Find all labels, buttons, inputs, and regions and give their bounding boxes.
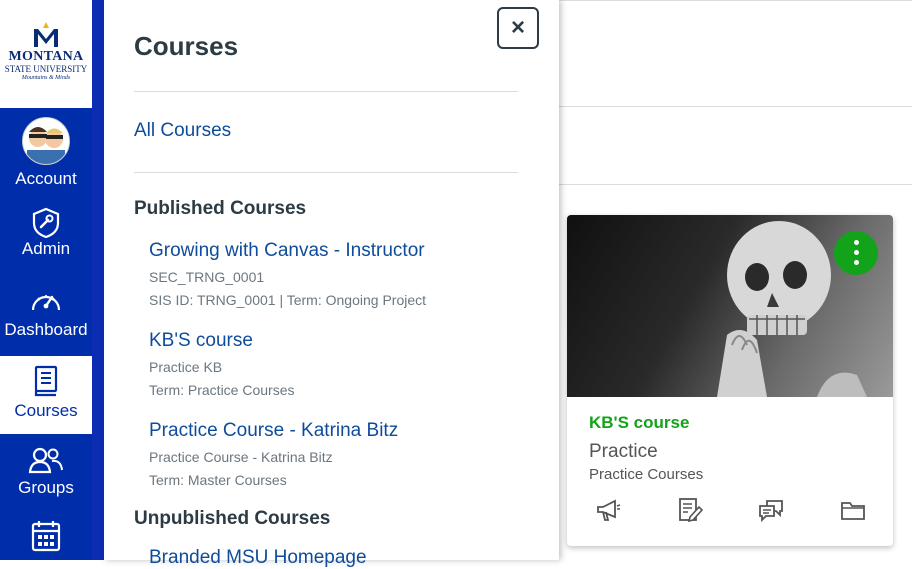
course-section: Practice KB	[149, 359, 223, 375]
assignments-icon[interactable]	[675, 495, 705, 525]
logo-line-1: MONTANA	[8, 49, 84, 64]
course-section: Practice Course - Katrina Bitz	[149, 449, 333, 465]
courses-tray: Courses × All Courses Published Courses …	[104, 0, 559, 568]
nav-item-dashboard[interactable]: Dashboard	[0, 288, 92, 350]
course-section: SEC_TRNG_0001	[149, 269, 265, 285]
announcements-icon[interactable]	[593, 495, 623, 525]
course-link[interactable]: Practice Course - Katrina Bitz	[149, 420, 398, 442]
course-card-options-button[interactable]	[834, 231, 878, 275]
global-navigation: MONTANA STATE UNIVERSITY Mountains & Min…	[0, 0, 104, 560]
people-icon	[28, 447, 63, 474]
page-divider	[559, 106, 912, 107]
nav-item-courses[interactable]: Courses	[0, 356, 92, 434]
nav-item-account[interactable]: Account	[0, 117, 92, 189]
nav-label-courses: Courses	[14, 401, 78, 420]
account-avatar	[22, 117, 70, 165]
logo-line-2: STATE UNIVERSITY	[4, 64, 88, 74]
msu-logo[interactable]: MONTANA STATE UNIVERSITY Mountains & Min…	[0, 0, 92, 108]
tray-divider	[134, 172, 518, 173]
tray-divider	[134, 91, 518, 92]
course-term: SIS ID: TRNG_0001 | Term: Ongoing Projec…	[149, 292, 427, 308]
close-tray-button[interactable]: ×	[497, 7, 539, 49]
nav-item-calendar[interactable]	[0, 520, 92, 560]
close-icon: ×	[510, 14, 525, 41]
shield-wrench-icon	[32, 207, 60, 239]
files-icon[interactable]	[838, 495, 868, 525]
course-card[interactable]: KB'S course Practice Practice Courses	[567, 215, 893, 546]
nav-label-groups: Groups	[18, 478, 74, 497]
course-card-name[interactable]: KB'S course	[589, 413, 689, 433]
nav-item-admin[interactable]: Admin	[0, 207, 92, 269]
course-item-practice-course: Practice Course - Katrina Bitz Practice …	[149, 420, 398, 492]
speedometer-icon	[31, 295, 61, 311]
course-link[interactable]: Branded MSU Homepage	[149, 547, 367, 569]
course-card-image[interactable]	[567, 215, 893, 397]
discussions-icon[interactable]	[756, 495, 786, 525]
nav-label-dashboard: Dashboard	[4, 320, 88, 339]
logo-tagline: Mountains & Minds	[21, 75, 71, 81]
course-item-kbs-course: KB'S course Practice KB Term: Practice C…	[149, 330, 294, 402]
nav-edge	[92, 0, 104, 560]
course-link[interactable]: KB'S course	[149, 330, 294, 352]
course-item-growing-with-canvas: Growing with Canvas - Instructor SEC_TRN…	[149, 240, 426, 312]
course-term: Term: Practice Courses	[149, 382, 295, 398]
all-courses-link[interactable]: All Courses	[134, 120, 231, 142]
logo-m-icon	[34, 22, 58, 47]
nav-label-account: Account	[15, 169, 77, 188]
tray-title: Courses	[134, 31, 239, 61]
course-item-branded-msu-homepage: Branded MSU Homepage	[149, 547, 367, 569]
published-courses-heading: Published Courses	[134, 198, 307, 219]
page-top-border	[559, 0, 912, 1]
course-link[interactable]: Growing with Canvas - Instructor	[149, 240, 426, 262]
course-card-code: Practice	[589, 441, 658, 462]
book-icon	[34, 365, 58, 397]
nav-label-admin: Admin	[21, 239, 71, 258]
unpublished-courses-heading: Unpublished Courses	[134, 508, 331, 529]
page-divider	[559, 184, 912, 185]
course-card-term: Practice Courses	[589, 466, 704, 483]
course-term: Term: Master Courses	[149, 472, 287, 488]
calendar-icon	[31, 521, 61, 552]
nav-item-groups[interactable]: Groups	[0, 446, 92, 508]
